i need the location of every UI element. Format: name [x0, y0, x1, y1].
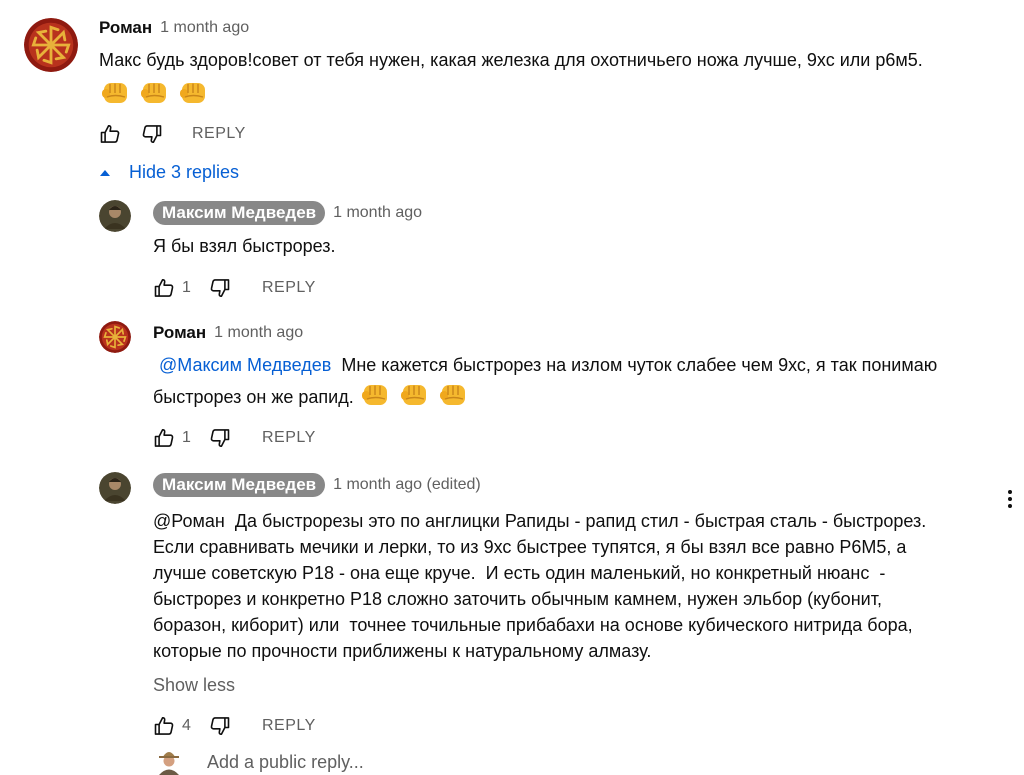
hide-replies-toggle[interactable]: Hide 3 replies — [98, 162, 239, 183]
reply-text: Я бы взял быстрорез. — [153, 236, 336, 256]
dislike-icon — [208, 276, 232, 300]
current-user-avatar — [155, 747, 183, 775]
like-count: 1 — [182, 279, 191, 296]
more-actions-button[interactable] — [1000, 485, 1020, 513]
reply-text-line: лучше советскую Р18 - она еще круче. И е… — [153, 563, 886, 583]
dislike-button[interactable] — [208, 276, 232, 300]
comment-body: Макс будь здоров!совет от тебя нужен, ка… — [99, 47, 999, 108]
fist-emoji — [99, 76, 131, 108]
hide-replies-label: Hide 3 replies — [129, 162, 240, 182]
reply-text-line: Если сравнивать мечики и лерки, то из 9х… — [153, 537, 907, 557]
reply-button[interactable]: REPLY — [262, 279, 316, 297]
reply-button[interactable]: REPLY — [262, 717, 316, 735]
dislike-icon — [208, 426, 232, 450]
reply-body: @Максим Медведев Мне кажется быстрорез н… — [153, 352, 1013, 410]
like-icon — [152, 714, 176, 738]
reply-header: Максим Медведев 1 month ago (edited) — [153, 473, 481, 497]
dislike-icon — [208, 714, 232, 738]
reply-button[interactable]: REPLY — [192, 125, 246, 143]
reply-actions: 1 REPLY — [152, 276, 316, 300]
comment-emojis — [99, 76, 999, 108]
comment-author-name[interactable]: Роман — [99, 18, 152, 38]
reply-author-avatar[interactable] — [99, 472, 131, 504]
like-button[interactable] — [152, 276, 176, 300]
fist-emoji — [437, 378, 469, 410]
reply-text-line: которые по прочности приближены к натура… — [153, 641, 652, 661]
like-count: 4 — [182, 717, 191, 734]
reply-body: @Роман Да быстрорезы это по англицки Рап… — [153, 508, 1003, 664]
like-icon — [98, 122, 122, 146]
reply-text-line1: Мне кажется быстрорез на излом чуток сла… — [331, 355, 938, 375]
reply-text-line: быстрорез и конкретно Р18 сложно заточит… — [153, 589, 882, 609]
reply-timestamp[interactable]: 1 month ago (edited) — [333, 476, 481, 494]
like-button[interactable] — [98, 122, 122, 146]
comment-author-avatar[interactable] — [24, 18, 78, 72]
dislike-icon — [140, 122, 164, 146]
reply-button[interactable]: REPLY — [262, 429, 316, 447]
reply-author-name[interactable]: Максим Медведев — [153, 473, 326, 497]
like-icon — [152, 276, 176, 300]
fist-emoji — [398, 378, 430, 410]
reply-timestamp[interactable]: 1 month ago — [333, 204, 422, 222]
fist-emoji — [359, 378, 391, 410]
reply-timestamp[interactable]: 1 month ago — [214, 324, 303, 342]
reply-text-line2: быстрорез он же рапид. — [153, 387, 354, 407]
reply-author-avatar[interactable] — [99, 321, 131, 353]
show-less-button[interactable]: Show less — [153, 675, 235, 696]
reply-author-name[interactable]: Роман — [153, 323, 206, 343]
add-reply-input[interactable]: Add a public reply... — [207, 752, 364, 773]
like-icon — [152, 426, 176, 450]
reply-actions: 4 REPLY — [152, 714, 316, 738]
comment-timestamp[interactable]: 1 month ago — [160, 19, 249, 37]
like-button[interactable] — [152, 426, 176, 450]
comment-text: Макс будь здоров!совет от тебя нужен, ка… — [99, 50, 923, 70]
mention-link[interactable]: @Максим Медведев — [159, 355, 331, 375]
reply-author-avatar[interactable] — [99, 200, 131, 232]
reply-text-line: @Роман Да быстрорезы это по англицки Рап… — [153, 511, 927, 531]
dislike-button[interactable] — [208, 426, 232, 450]
comment-actions: REPLY — [98, 122, 246, 146]
comment-header: Роман 1 month ago — [99, 18, 249, 38]
fist-emoji — [138, 76, 170, 108]
reply-header: Роман 1 month ago — [153, 323, 303, 343]
dislike-button[interactable] — [140, 122, 164, 146]
caret-up-icon — [100, 169, 110, 176]
reply-header: Максим Медведев 1 month ago — [153, 201, 422, 225]
dislike-button[interactable] — [208, 714, 232, 738]
reply-actions: 1 REPLY — [152, 426, 316, 450]
like-count: 1 — [182, 429, 191, 446]
fist-emoji — [177, 76, 209, 108]
like-button[interactable] — [152, 714, 176, 738]
reply-text-line: боразон, киборит) или точнее точильные п… — [153, 615, 913, 635]
more-vert-icon — [1008, 490, 1012, 494]
reply-author-name[interactable]: Максим Медведев — [153, 201, 326, 225]
